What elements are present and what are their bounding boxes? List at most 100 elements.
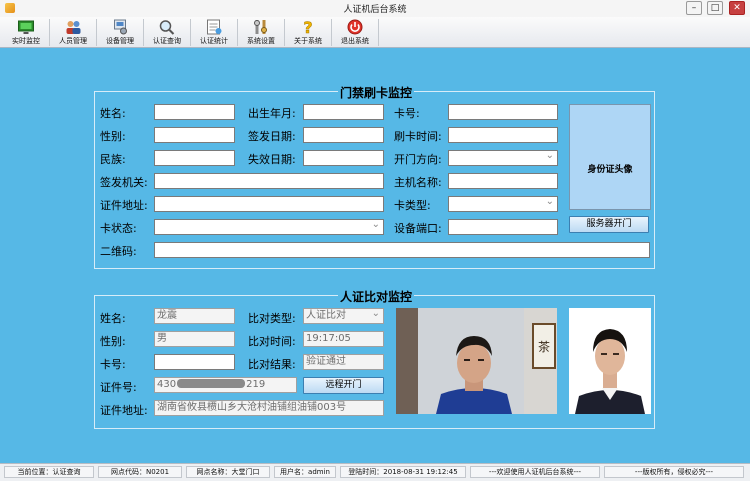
device-icon bbox=[114, 19, 127, 35]
address-label: 证件地址: bbox=[100, 199, 148, 212]
expiry-date-field[interactable] bbox=[303, 150, 384, 166]
status-login-time: 登陆时间：2018-08-31 19:12:45 bbox=[340, 466, 466, 478]
main-window: 人证机后台系统 – □ ✕ 实时监控 人员管理 设备管理 认证查询 认证统计 系… bbox=[0, 0, 750, 481]
toolbar-label: 认证统计 bbox=[200, 37, 228, 45]
settings-icon bbox=[254, 20, 267, 34]
issue-date-field[interactable] bbox=[303, 127, 384, 143]
issuer-label: 签发机关: bbox=[100, 176, 148, 189]
id-photo-placeholder: 身份证头像 bbox=[569, 104, 651, 210]
toolbar-label: 关于系统 bbox=[294, 37, 322, 45]
title-bar: 人证机后台系统 – □ ✕ bbox=[0, 0, 750, 18]
svg-text:?: ? bbox=[303, 19, 312, 35]
id-no-redaction bbox=[177, 379, 246, 388]
toolbar-button-realtime-monitor[interactable]: 实时监控 bbox=[3, 17, 49, 47]
minimize-button[interactable]: – bbox=[686, 1, 702, 15]
toolbar-label: 系统设置 bbox=[247, 37, 275, 45]
help-icon: ? bbox=[303, 19, 313, 35]
maximize-button[interactable]: □ bbox=[707, 1, 723, 15]
card-no-field[interactable] bbox=[448, 104, 558, 120]
compare-id-no-label: 证件号: bbox=[100, 381, 137, 394]
search-icon bbox=[159, 20, 175, 35]
toolbar-separator bbox=[378, 19, 379, 46]
access-monitor-group: 门禁刷卡监控 姓名: 出生年月: 卡号: 性别: 签发日期: 刷卡时间: 民族:… bbox=[94, 84, 655, 269]
qrcode-label: 二维码: bbox=[100, 245, 137, 258]
id-photo-caption: 身份证头像 bbox=[587, 165, 633, 175]
id-no-suffix: 219 bbox=[246, 379, 266, 390]
door-direction-select[interactable] bbox=[448, 150, 558, 166]
compare-address-label: 证件地址: bbox=[100, 404, 148, 417]
compare-monitor-group: 人证比对监控 姓名: 龙震 比对类型: 人证比对 性别: 男 比对时间: 19:… bbox=[94, 288, 655, 429]
birth-label: 出生年月: bbox=[248, 107, 296, 120]
access-monitor-title: 门禁刷卡监控 bbox=[338, 84, 415, 101]
live-capture-photo: 茶 bbox=[396, 308, 557, 414]
swipe-time-field[interactable] bbox=[448, 127, 558, 143]
compare-address-field[interactable]: 湖南省攸县槚山乡大沧村油铺组油铺003号 bbox=[154, 400, 384, 416]
expiry-date-label: 失效日期: bbox=[248, 153, 296, 166]
toolbar-button-auth-query[interactable]: 认证查询 bbox=[144, 17, 190, 47]
card-status-label: 卡状态: bbox=[100, 222, 137, 235]
remote-open-door-button[interactable]: 远程开门 bbox=[303, 377, 384, 394]
card-type-select[interactable] bbox=[448, 196, 558, 212]
users-icon bbox=[66, 21, 81, 34]
card-status-select[interactable] bbox=[154, 219, 384, 235]
issue-date-label: 签发日期: bbox=[248, 130, 296, 143]
device-port-label: 设备端口: bbox=[394, 222, 442, 235]
name-label: 姓名: bbox=[100, 107, 126, 120]
close-button[interactable]: ✕ bbox=[729, 1, 745, 15]
swipe-time-label: 刷卡时间: bbox=[394, 130, 442, 143]
server-open-door-button[interactable]: 服务器开门 bbox=[569, 216, 649, 233]
monitor-icon bbox=[18, 20, 34, 34]
device-port-field[interactable] bbox=[448, 219, 558, 235]
status-copyright: ---版权所有，侵权必究--- bbox=[604, 466, 744, 478]
toolbar-label: 退出系统 bbox=[341, 37, 369, 45]
compare-gender-label: 性别: bbox=[100, 335, 126, 348]
toolbar-button-devices[interactable]: 设备管理 bbox=[97, 17, 143, 47]
card-no-label: 卡号: bbox=[394, 107, 420, 120]
gender-field[interactable] bbox=[154, 127, 235, 143]
ethnicity-field[interactable] bbox=[154, 150, 235, 166]
qrcode-field[interactable] bbox=[154, 242, 650, 258]
compare-name-label: 姓名: bbox=[100, 312, 126, 325]
toolbar-button-settings[interactable]: 系统设置 bbox=[238, 17, 284, 47]
ethnicity-label: 民族: bbox=[100, 153, 126, 166]
toolbar-button-about[interactable]: ? 关于系统 bbox=[285, 17, 331, 47]
toolbar: 实时监控 人员管理 设备管理 认证查询 认证统计 系统设置 ? 关于系统 退出系… bbox=[0, 17, 750, 48]
status-user: 用户名：admin bbox=[274, 466, 336, 478]
power-icon bbox=[347, 19, 363, 35]
toolbar-label: 认证查询 bbox=[153, 37, 181, 45]
toolbar-label: 人员管理 bbox=[59, 37, 87, 45]
address-field[interactable] bbox=[154, 196, 384, 212]
gender-label: 性别: bbox=[100, 130, 126, 143]
status-bar: 当前位置：认证查询 网点代码：N0201 网点名称：大堂门口 用户名：admin… bbox=[0, 463, 750, 481]
birth-field[interactable] bbox=[303, 104, 384, 120]
statistics-icon bbox=[207, 19, 222, 35]
compare-card-no-field[interactable] bbox=[154, 354, 235, 370]
id-no-prefix: 430 bbox=[157, 379, 177, 390]
host-name-field[interactable] bbox=[448, 173, 558, 189]
issuer-field[interactable] bbox=[154, 173, 384, 189]
compare-type-label: 比对类型: bbox=[248, 312, 296, 325]
status-location: 当前位置：认证查询 bbox=[4, 466, 94, 478]
host-name-label: 主机名称: bbox=[394, 176, 442, 189]
compare-result-field[interactable]: 验证通过 bbox=[303, 354, 384, 370]
toolbar-label: 设备管理 bbox=[106, 37, 134, 45]
status-site-code: 网点代码：N0201 bbox=[98, 466, 182, 478]
window-title: 人证机后台系统 bbox=[343, 5, 407, 15]
toolbar-button-exit[interactable]: 退出系统 bbox=[332, 17, 378, 47]
compare-name-field[interactable]: 龙震 bbox=[154, 308, 235, 324]
name-field[interactable] bbox=[154, 104, 235, 120]
status-site-name: 网点名称：大堂门口 bbox=[186, 466, 270, 478]
compare-monitor-title: 人证比对监控 bbox=[338, 288, 415, 305]
compare-gender-field[interactable]: 男 bbox=[154, 331, 235, 347]
compare-time-field[interactable]: 19:17:05 bbox=[303, 331, 384, 347]
compare-type-select[interactable]: 人证比对 bbox=[303, 308, 384, 324]
compare-time-label: 比对时间: bbox=[248, 335, 296, 348]
svg-text:茶: 茶 bbox=[538, 339, 550, 354]
card-type-label: 卡类型: bbox=[394, 199, 431, 212]
compare-id-no-field[interactable]: 430 219 bbox=[154, 377, 297, 393]
status-welcome: ---欢迎使用人证机后台系统--- bbox=[470, 466, 600, 478]
toolbar-button-auth-stats[interactable]: 认证统计 bbox=[191, 17, 237, 47]
toolbar-button-personnel[interactable]: 人员管理 bbox=[50, 17, 96, 47]
compare-card-no-label: 卡号: bbox=[100, 358, 126, 371]
door-direction-label: 开门方向: bbox=[394, 153, 442, 166]
